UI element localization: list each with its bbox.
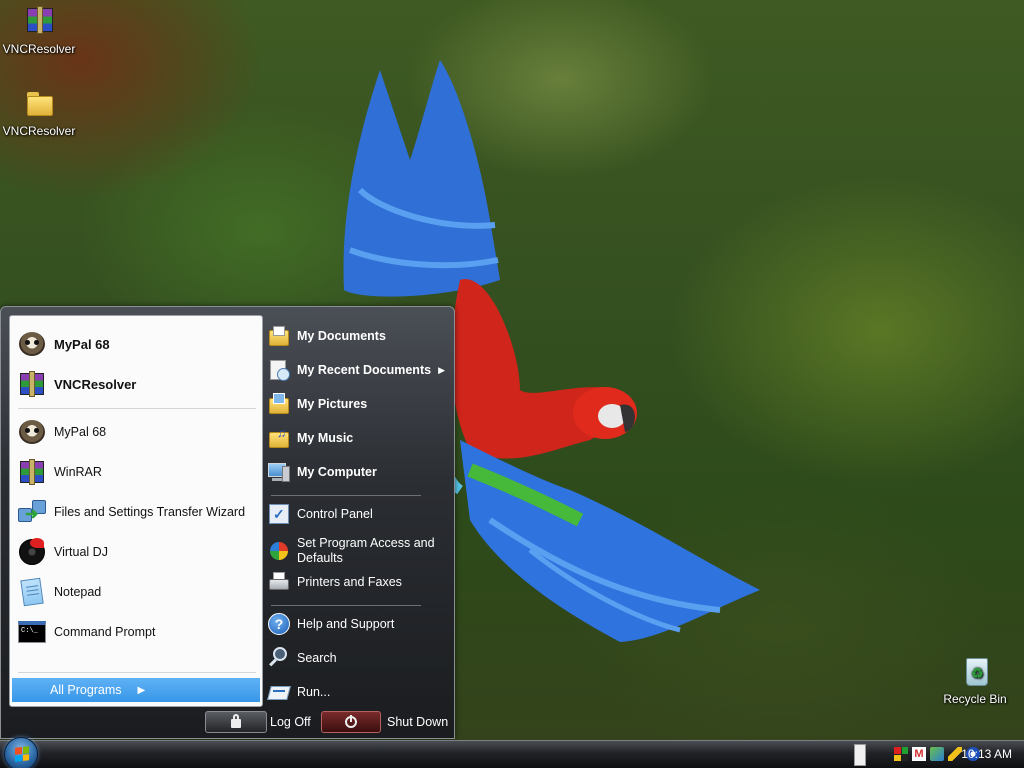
recent-item-mypal[interactable]: MyPal 68 [14, 414, 258, 450]
settings-separator [271, 605, 421, 606]
start-menu: MyPal 68 VNCResolver MyPal 68 WinRAR ➜ F… [0, 306, 455, 739]
recent-documents-icon [267, 358, 291, 382]
folder-icon [21, 88, 57, 120]
power-icon [345, 715, 357, 728]
settings-printers-faxes[interactable]: Printers and Faxes [267, 567, 451, 597]
winrar-archive-icon [16, 368, 48, 400]
winrar-archive-icon [21, 6, 57, 38]
notepad-icon [16, 576, 48, 608]
help-icon: ? [267, 612, 291, 636]
place-my-computer[interactable]: My Computer [267, 457, 451, 487]
command-prompt-icon: C:\_ [16, 616, 48, 648]
all-programs-label: All Programs [50, 683, 122, 697]
places-pane: My Documents My Recent Documents ▶ My Pi… [263, 313, 453, 713]
recent-item-command-prompt[interactable]: C:\_ Command Prompt [14, 614, 258, 650]
keyboard-icon[interactable] [854, 744, 866, 766]
all-programs-separator [18, 672, 256, 673]
desktop-icon-vncresolver-folder[interactable]: VNCResolver [0, 88, 78, 138]
documents-folder-icon [267, 324, 291, 348]
pinned-separator [18, 408, 256, 409]
place-my-pictures[interactable]: My Pictures [267, 389, 451, 419]
lock-icon [231, 714, 241, 728]
pictures-folder-icon [267, 392, 291, 416]
recent-item-transfer-wizard[interactable]: ➜ Files and Settings Transfer Wizard [14, 494, 258, 530]
windows-logo-icon [15, 746, 29, 762]
pinned-item-vncresolver[interactable]: VNCResolver [14, 366, 258, 402]
search-icon [267, 646, 291, 670]
color-grid-icon[interactable] [894, 747, 908, 761]
recent-item-winrar[interactable]: WinRAR [14, 454, 258, 490]
submenu-arrow-icon: ▶ [438, 364, 445, 375]
gmail-icon[interactable]: M [912, 747, 926, 761]
mypal-raccoon-icon [16, 416, 48, 448]
run-icon [267, 680, 291, 704]
shut-down-button[interactable] [321, 711, 381, 733]
music-folder-icon: ♫ [267, 426, 291, 450]
arrow-right-icon: ▶ [137, 684, 146, 696]
place-my-music[interactable]: ♫ My Music [267, 423, 451, 453]
mypal-raccoon-icon [16, 328, 48, 360]
search-item[interactable]: Search [267, 643, 451, 673]
transfer-wizard-icon: ➜ [16, 496, 48, 528]
recycle-bin-icon: ♻ [957, 656, 993, 688]
program-defaults-icon [267, 539, 291, 563]
taskbar: M 10:13 AM [0, 737, 1024, 768]
computer-icon [267, 460, 291, 484]
log-off-button[interactable] [205, 711, 267, 733]
virtual-dj-icon [16, 536, 48, 568]
shut-down-label[interactable]: Shut Down [387, 715, 448, 729]
places-separator [271, 495, 421, 496]
run-item[interactable]: Run... [267, 677, 451, 707]
power-bar: Log Off Shut Down [201, 709, 451, 737]
place-my-documents[interactable]: My Documents [267, 321, 451, 351]
settings-program-access[interactable]: Set Program Access and Defaults [267, 533, 451, 569]
log-off-label[interactable]: Log Off [270, 715, 311, 729]
start-button[interactable] [4, 737, 38, 768]
help-and-support[interactable]: ? Help and Support [267, 609, 451, 639]
programs-pane: MyPal 68 VNCResolver MyPal 68 WinRAR ➜ F… [9, 315, 263, 707]
printer-icon [267, 570, 291, 594]
recent-item-notepad[interactable]: Notepad [14, 574, 258, 610]
place-my-recent-documents[interactable]: My Recent Documents ▶ [267, 355, 451, 385]
recent-item-virtual-dj[interactable]: Virtual DJ [14, 534, 258, 570]
desktop-icon-vncresolver-archive[interactable]: VNCResolver [0, 6, 78, 56]
desktop-icon-recycle-bin[interactable]: ♻ Recycle Bin [936, 656, 1014, 706]
clock[interactable]: 10:13 AM [961, 747, 1012, 761]
control-panel-icon: ✓ [267, 502, 291, 526]
all-programs-button[interactable]: All Programs ▶ [12, 678, 260, 702]
settings-control-panel[interactable]: ✓ Control Panel [267, 499, 451, 529]
pinned-item-mypal[interactable]: MyPal 68 [14, 326, 258, 362]
pencil-icon[interactable] [948, 747, 962, 761]
winrar-icon [16, 456, 48, 488]
network-icon[interactable] [930, 747, 944, 761]
system-tray: M 10:13 AM [824, 741, 1024, 768]
